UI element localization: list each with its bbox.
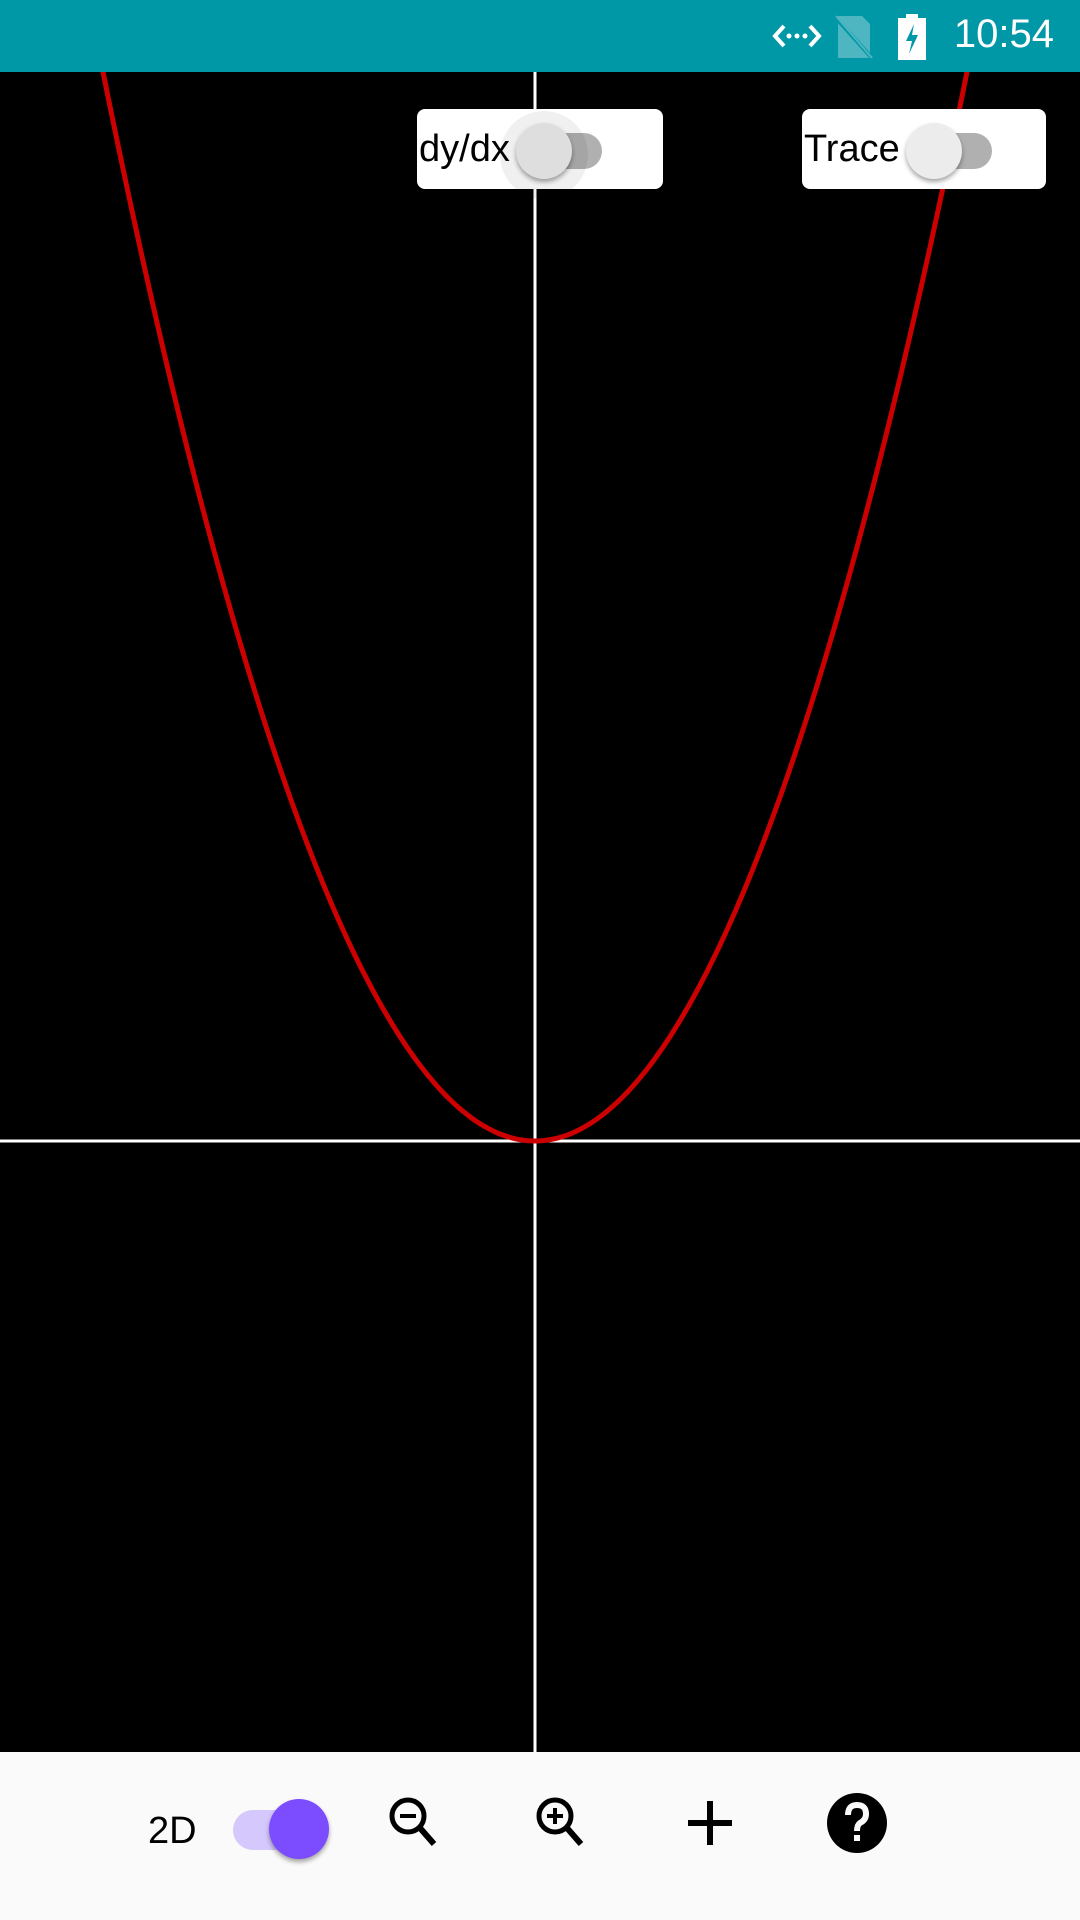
zoom-in-icon[interactable] <box>527 1788 597 1858</box>
trace-toggle-card: Trace <box>802 109 1046 189</box>
graph-canvas[interactable] <box>0 72 1080 1752</box>
clock: 10:54 <box>953 12 1054 56</box>
bottom-toolbar: 2D <box>0 1752 1080 1920</box>
derivative-switch[interactable] <box>499 109 610 199</box>
derivative-toggle-card: dy/dx <box>417 109 663 199</box>
switch-thumb <box>269 1799 329 1859</box>
help-icon[interactable] <box>822 1788 892 1858</box>
plot <box>0 72 1080 1752</box>
function-curve <box>100 72 970 1144</box>
switch-thumb <box>905 123 962 179</box>
no-sim-icon <box>834 15 874 60</box>
zoom-out-icon[interactable] <box>380 1788 450 1858</box>
mode-label: 2D <box>148 1810 197 1852</box>
derivative-label: dy/dx <box>419 127 510 170</box>
trace-label: Trace <box>804 127 900 170</box>
battery-charging-icon <box>898 14 926 60</box>
status-bar: 10:54 <box>0 0 1080 72</box>
trace-switch[interactable] <box>900 109 1000 189</box>
switch-thumb <box>499 111 588 199</box>
2d-mode-switch[interactable] <box>233 1792 333 1862</box>
code-arrows-icon <box>772 24 822 48</box>
add-icon[interactable] <box>675 1788 745 1858</box>
